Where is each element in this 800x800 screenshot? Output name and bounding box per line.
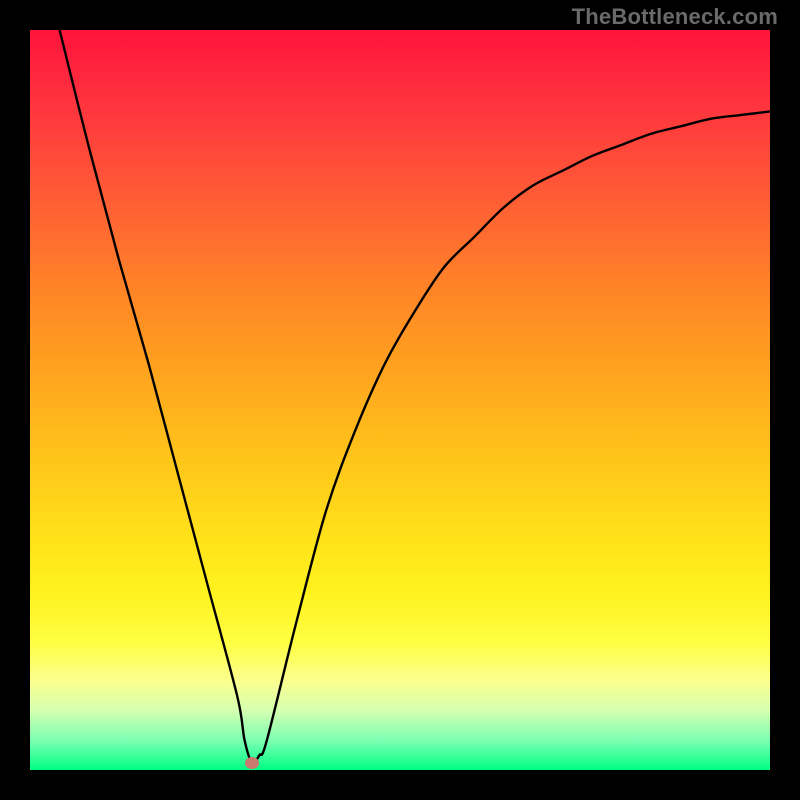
plot-area — [30, 30, 770, 770]
curve-svg — [30, 30, 770, 770]
watermark-text: TheBottleneck.com — [572, 4, 778, 30]
min-point-dot — [245, 757, 259, 769]
bottleneck-curve — [60, 30, 770, 763]
chart-container: TheBottleneck.com — [0, 0, 800, 800]
